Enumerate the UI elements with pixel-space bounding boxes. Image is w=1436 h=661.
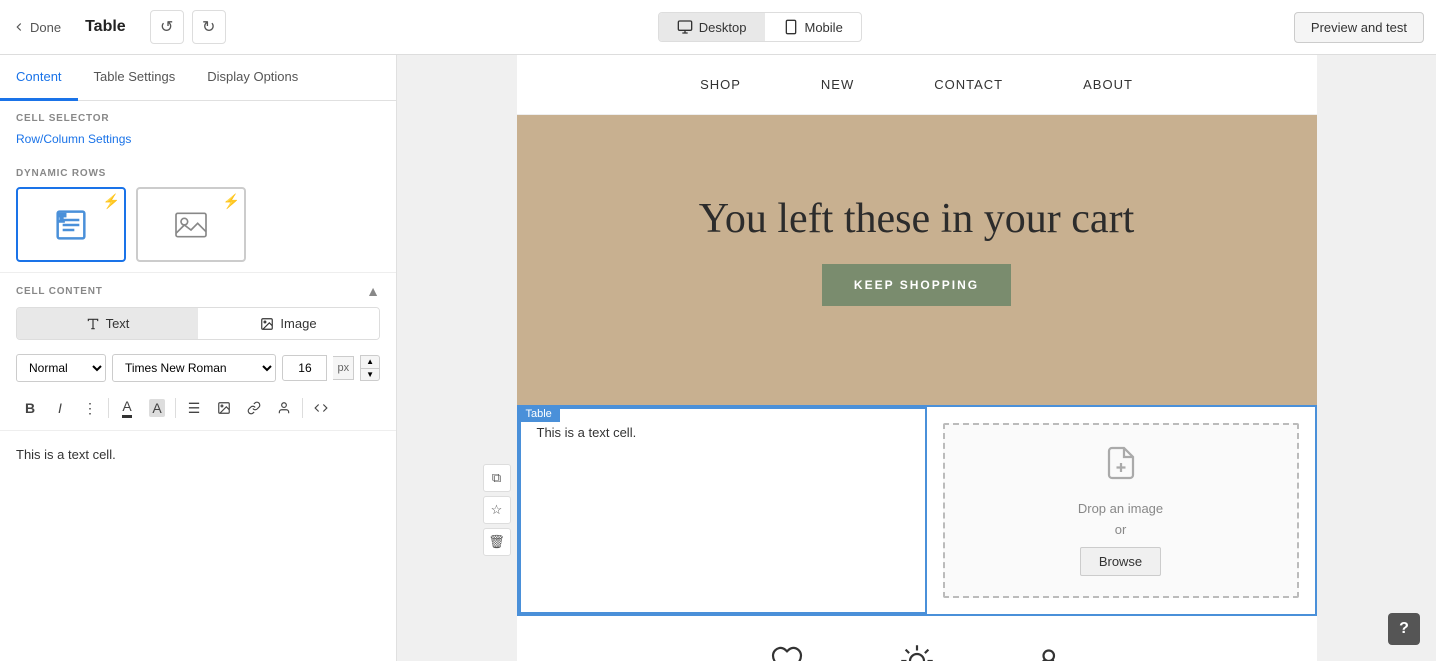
toolbar-sep-1 bbox=[108, 398, 109, 418]
nav-contact[interactable]: CONTACT bbox=[934, 77, 1003, 92]
row-copy-button[interactable]: ⧉ bbox=[483, 464, 511, 492]
hero-content: You left these in your cart KEEP SHOPPIN… bbox=[699, 194, 1134, 326]
tab-table-settings[interactable]: Table Settings bbox=[78, 55, 192, 101]
desktop-label: Desktop bbox=[699, 20, 747, 35]
more-options-button[interactable]: ⋮ bbox=[76, 394, 104, 422]
cell-selector-label: CELL SELECTOR bbox=[0, 101, 396, 128]
nav-new[interactable]: NEW bbox=[821, 77, 854, 92]
nav-shop[interactable]: SHOP bbox=[700, 77, 741, 92]
hero-section: You left these in your cart KEEP SHOPPIN… bbox=[517, 115, 1317, 405]
email-preview: SHOP NEW CONTACT ABOUT You left these in… bbox=[517, 55, 1317, 661]
svg-text:T: T bbox=[58, 211, 66, 224]
font-size-up[interactable]: ▲ bbox=[360, 355, 380, 368]
drop-text: Drop an image or bbox=[1078, 499, 1163, 541]
row-delete-button[interactable]: 🗑 bbox=[483, 528, 511, 556]
font-unit: px bbox=[333, 356, 354, 380]
table-section: Table ⧉ ☆ 🗑 This is a text cell. bbox=[517, 405, 1317, 616]
icon-tools bbox=[1022, 636, 1072, 661]
dynamic-cell-image[interactable]: ⚡ bbox=[136, 187, 246, 262]
content-type-toggle: Text Image bbox=[16, 307, 380, 340]
lightning-badge-1: ⚡ bbox=[103, 193, 120, 210]
bottom-icons bbox=[517, 616, 1317, 661]
person-button[interactable] bbox=[270, 394, 298, 422]
drop-icon bbox=[1103, 445, 1139, 489]
image-tab-button[interactable]: Image bbox=[198, 308, 379, 339]
row-column-settings-link[interactable]: Row/Column Settings bbox=[16, 132, 131, 146]
cell-content-label: CELL CONTENT bbox=[16, 286, 103, 297]
row-star-button[interactable]: ☆ bbox=[483, 496, 511, 524]
dynamic-rows: T ⚡ ⚡ bbox=[0, 183, 396, 272]
top-bar: Done Table ↺ ↻ Desktop Mobile Preview an… bbox=[0, 0, 1436, 55]
cell-text-content: This is a text cell. bbox=[537, 425, 637, 440]
table-cell-image-wrapper: Drop an image or Browse bbox=[927, 407, 1315, 614]
viewport-toggle: Desktop Mobile bbox=[658, 12, 862, 42]
redo-button[interactable]: ↻ bbox=[192, 10, 226, 44]
done-label: Done bbox=[30, 20, 61, 35]
page-title: Table bbox=[85, 18, 126, 36]
italic-button[interactable]: I bbox=[46, 394, 74, 422]
icon-heart bbox=[762, 636, 812, 661]
mobile-label: Mobile bbox=[805, 20, 843, 35]
text-tab-button[interactable]: Text bbox=[17, 308, 198, 339]
desktop-button[interactable]: Desktop bbox=[659, 13, 765, 41]
font-controls: Normal Times New Roman px ▲ ▼ bbox=[0, 350, 396, 390]
align-button[interactable]: ☰ bbox=[180, 394, 208, 422]
toolbar-sep-2 bbox=[175, 398, 176, 418]
table-container: Table ⧉ ☆ 🗑 This is a text cell. bbox=[517, 405, 1317, 616]
tab-display-options[interactable]: Display Options bbox=[191, 55, 314, 101]
table-cell-image[interactable]: Drop an image or Browse bbox=[943, 423, 1299, 598]
cell-content-collapse[interactable]: ▲ bbox=[366, 283, 380, 299]
preview-button[interactable]: Preview and test bbox=[1294, 12, 1424, 43]
browse-button[interactable]: Browse bbox=[1080, 547, 1161, 576]
icon-sun bbox=[892, 636, 942, 661]
font-size-input[interactable] bbox=[282, 355, 327, 381]
font-color-button[interactable]: A bbox=[113, 394, 141, 422]
image-button[interactable] bbox=[210, 394, 238, 422]
table-grid: This is a text cell. bbox=[519, 407, 1315, 614]
table-row-actions: ⧉ ☆ 🗑 bbox=[483, 464, 511, 556]
text-tab-label: Text bbox=[106, 316, 130, 331]
undo-button[interactable]: ↺ bbox=[150, 10, 184, 44]
nav-bar: SHOP NEW CONTACT ABOUT bbox=[517, 55, 1317, 115]
tab-content[interactable]: Content bbox=[0, 55, 78, 101]
font-size-down[interactable]: ▼ bbox=[360, 368, 380, 382]
help-button[interactable]: ? bbox=[1388, 613, 1420, 645]
dynamic-cell-text[interactable]: T ⚡ bbox=[16, 187, 126, 262]
link-button[interactable] bbox=[240, 394, 268, 422]
done-button[interactable]: Done bbox=[12, 20, 61, 35]
bg-color-button[interactable]: A bbox=[143, 394, 171, 422]
lightning-badge-2: ⚡ bbox=[223, 193, 240, 210]
nav-about[interactable]: ABOUT bbox=[1083, 77, 1133, 92]
cell-content-header: CELL CONTENT ▲ bbox=[0, 272, 396, 307]
format-toolbar: B I ⋮ A A ☰ bbox=[0, 390, 396, 430]
text-preview-content: This is a text cell. bbox=[16, 447, 116, 462]
bold-button[interactable]: B bbox=[16, 394, 44, 422]
left-panel: Content Table Settings Display Options C… bbox=[0, 55, 397, 661]
image-tab-label: Image bbox=[280, 316, 316, 331]
font-family-select[interactable]: Times New Roman bbox=[112, 354, 276, 382]
table-cell-text[interactable]: This is a text cell. bbox=[519, 407, 927, 614]
hero-text: You left these in your cart bbox=[699, 194, 1134, 244]
cta-button[interactable]: KEEP SHOPPING bbox=[822, 264, 1011, 306]
panel-tabs: Content Table Settings Display Options bbox=[0, 55, 396, 101]
font-size-arrows: ▲ ▼ bbox=[360, 355, 380, 381]
toolbar-sep-3 bbox=[302, 398, 303, 418]
cell-selector-row: Row/Column Settings bbox=[0, 128, 396, 156]
email-preview-area: SHOP NEW CONTACT ABOUT You left these in… bbox=[397, 55, 1436, 661]
code-button[interactable] bbox=[307, 394, 335, 422]
text-preview-area[interactable]: This is a text cell. bbox=[0, 430, 396, 661]
mobile-button[interactable]: Mobile bbox=[765, 13, 861, 41]
font-style-select[interactable]: Normal bbox=[16, 354, 106, 382]
table-label: Table bbox=[518, 406, 560, 422]
dynamic-rows-label: DYNAMIC ROWS bbox=[0, 156, 396, 183]
